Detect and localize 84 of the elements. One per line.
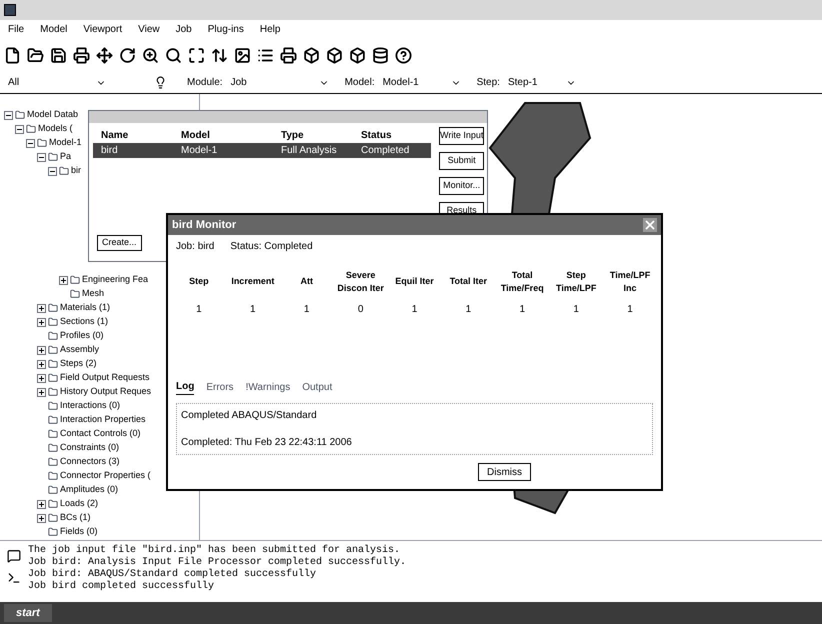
table-cell-text: 1 (195, 303, 203, 317)
dialog-button[interactable]: Submit (439, 152, 484, 170)
menu-item[interactable]: Plug-ins (208, 22, 244, 36)
step-select[interactable]: Step-1 (508, 75, 558, 90)
tree-item[interactable]: Model Datab (27, 108, 78, 122)
column-header: Equil Iter (394, 275, 435, 288)
column-header: Step Time/LPF (554, 268, 598, 295)
step-label: Step: (476, 76, 500, 90)
tree-item[interactable]: Sections (1) (60, 315, 108, 329)
tree-item[interactable]: Pa (60, 150, 72, 164)
tree-item[interactable]: BCs (1) (60, 511, 91, 525)
filter-label: All (8, 76, 20, 90)
tree-item[interactable]: Models ( (38, 122, 73, 136)
tree-item[interactable]: Interactions (0) (60, 399, 120, 413)
table-cell-text: 1 (249, 303, 257, 317)
menu-item[interactable]: Model (40, 22, 68, 36)
message-line: Job bird completed successfully (28, 581, 216, 593)
dialog-title: bird Monitor (172, 218, 236, 233)
menu-item[interactable]: Viewport (83, 22, 122, 36)
column-header: Increment (230, 275, 276, 288)
table-cell-text: 1 (464, 303, 472, 317)
column-header: Severe Discon Iter (336, 268, 385, 295)
tree-item[interactable]: Amplitudes (0) (60, 483, 118, 497)
log-tab[interactable]: !Warnings (246, 380, 290, 394)
dialog-button[interactable]: Write Input (439, 127, 484, 145)
module-select[interactable]: Job (230, 75, 311, 90)
dialog-button[interactable]: Monitor... (439, 177, 484, 195)
dismiss-button[interactable]: Dismiss (478, 463, 531, 481)
log-tab[interactable]: Log (176, 379, 194, 395)
model-label: Model: (344, 76, 375, 90)
log-line: Completed ABAQUS/Standard (181, 409, 318, 423)
menu-item[interactable]: View (138, 22, 160, 36)
tree-item[interactable]: Field Output Requests (60, 371, 150, 385)
message-line: The job input file "bird.inp" has been submitted for analysis. (28, 545, 402, 556)
message-line: Job bird: ABAQUS/Standard completed successfully (28, 569, 318, 580)
tree-item[interactable]: Fields (0) (60, 525, 98, 539)
column-header: Att (299, 275, 314, 288)
tree-item[interactable]: Connectors (3) (60, 455, 120, 469)
tree-item[interactable]: Contact Controls (0) (60, 427, 141, 441)
column-header: Type (281, 128, 305, 142)
column-header: Total Time/Freq (500, 268, 545, 295)
create-button[interactable]: Create... (97, 235, 142, 251)
tree-item[interactable]: Interaction Properties (60, 413, 146, 427)
table-cell-text: Model-1 (181, 144, 218, 158)
tree-item[interactable]: History Output Reques (60, 385, 152, 399)
tree-item[interactable]: Model-1 (49, 136, 82, 150)
menu-item[interactable]: Job (176, 22, 192, 36)
table-cell-text: 1 (518, 303, 526, 317)
job-row[interactable]: bird Model-1 Full Analysis Completed (93, 143, 431, 158)
table-cell-text: Completed (361, 144, 410, 158)
tree-item[interactable]: bir (71, 164, 82, 178)
status-label: Status: Completed (230, 240, 313, 254)
job-label: Job: bird (176, 240, 214, 254)
table-cell-text: bird (101, 144, 119, 158)
model-select[interactable]: Model-1 (382, 75, 443, 90)
log-line: Completed: Thu Feb 23 22:43:11 2006 (181, 436, 353, 450)
tree-item[interactable]: Constraints (0) (60, 441, 120, 455)
table-cell-text: 1 (572, 303, 580, 317)
column-header: Step (188, 275, 210, 288)
log-tab[interactable]: Output (302, 380, 332, 394)
table-cell-text: Full Analysis (281, 144, 338, 158)
column-header: Total Iter (448, 275, 488, 288)
table-cell-text: 1 (302, 303, 310, 317)
column-header: Time/LPF Inc (608, 268, 652, 295)
column-header: Model (181, 128, 211, 142)
tree-item[interactable]: Loads (2) (60, 497, 98, 511)
menu-item[interactable]: Help (260, 22, 280, 36)
module-label: Module: (187, 76, 223, 90)
column-header: Status (361, 128, 393, 142)
log-tab[interactable]: Errors (206, 380, 234, 394)
tree-item[interactable]: Materials (1) (60, 301, 110, 315)
menu-item[interactable]: File (8, 22, 24, 36)
table-cell-text: 1 (626, 303, 634, 317)
tree-item[interactable]: Engineering Fea (82, 273, 148, 287)
tree-item[interactable]: Assembly (60, 343, 100, 357)
table-cell-text: 1 (410, 303, 418, 317)
tree-item[interactable]: Steps (2) (60, 357, 97, 371)
tree-item[interactable]: Mesh (82, 287, 104, 301)
tree-item[interactable]: Profiles (0) (60, 329, 104, 343)
column-header: Name (101, 128, 130, 142)
start-button[interactable]: start (4, 604, 52, 622)
tree-item[interactable]: Connector Properties ( (60, 469, 151, 483)
table-cell-text: 0 (356, 303, 364, 317)
message-line: Job bird: Analysis Input File Processor completed successfully. (28, 557, 406, 568)
